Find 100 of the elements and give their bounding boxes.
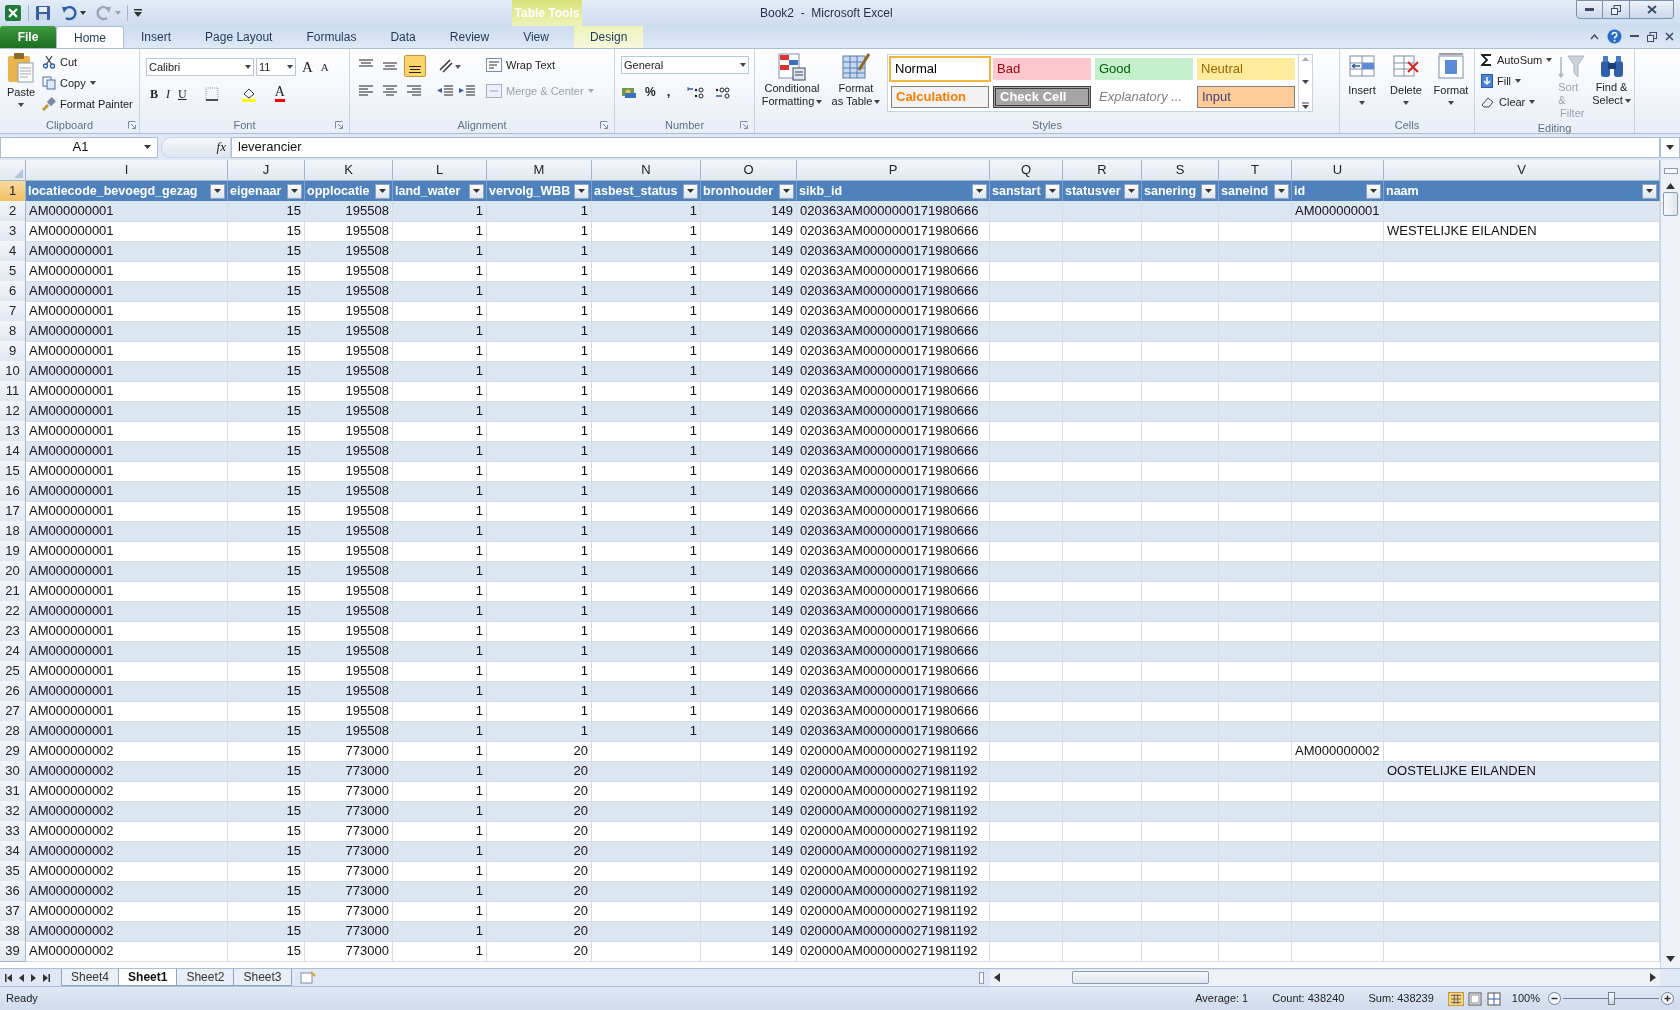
row-header[interactable]: 21 [0,581,26,602]
row-header[interactable]: 20 [0,561,26,582]
row-header[interactable]: 39 [0,941,26,962]
filter-dropdown-button[interactable] [1274,183,1289,199]
conditional-formatting-button[interactable]: Conditional Formatting [759,52,825,117]
help-icon[interactable] [1607,29,1622,44]
page-break-view-icon[interactable] [1485,991,1502,1006]
dialog-launcher-icon[interactable] [335,121,343,129]
comma-style-button[interactable]: , [663,82,674,102]
row-header[interactable]: 32 [0,801,26,822]
cell-style-option[interactable]: Neutral [1197,58,1295,80]
delete-cells-button[interactable]: Delete [1387,52,1425,117]
filter-dropdown-button[interactable] [1201,183,1216,199]
font-size-dropdown[interactable]: 11 [256,58,296,77]
align-left-icon[interactable] [356,83,376,99]
percent-style-button[interactable]: % [645,82,656,101]
row-header[interactable]: 18 [0,521,26,542]
row-header[interactable]: 6 [0,281,26,302]
shrink-font-button[interactable]: A [320,59,329,76]
sheet-tab[interactable]: Sheet3 [233,968,292,986]
close-button[interactable] [1630,0,1674,19]
dropdown-arrow-icon[interactable] [80,11,86,15]
row-header[interactable]: 3 [0,221,26,242]
bottom-align-button[interactable] [404,55,426,77]
sheet-tab[interactable]: Sheet2 [176,968,235,986]
customize-toolbar-icon[interactable] [134,9,142,17]
last-sheet-icon[interactable] [43,973,50,982]
filter-dropdown-button[interactable] [683,183,698,199]
filter-dropdown-button[interactable] [574,183,589,199]
scroll-right-icon[interactable] [1650,973,1656,982]
zoom-out-icon[interactable] [1548,992,1561,1005]
font-color-button[interactable]: A [274,85,285,102]
row-header[interactable]: 8 [0,321,26,342]
underline-button[interactable]: U [178,84,187,103]
number-format-dropdown[interactable]: General [621,56,749,74]
ribbon-tab[interactable]: Design [573,26,644,48]
dialog-launcher-icon[interactable] [740,121,748,129]
filter-dropdown-button[interactable] [287,183,302,199]
row-header[interactable]: 37 [0,901,26,922]
cell-style-option[interactable]: Bad [993,58,1091,80]
row-header[interactable]: 5 [0,261,26,282]
insert-function-button[interactable]: fx [216,137,226,157]
align-right-icon[interactable] [404,83,424,99]
row-header[interactable]: 13 [0,421,26,442]
row-header[interactable]: 14 [0,441,26,462]
copy-button[interactable]: Copy [42,74,133,92]
restore-button[interactable] [1603,0,1630,19]
formula-input-field[interactable]: leverancier [231,136,1660,158]
name-box[interactable]: A1 [0,136,158,158]
ribbon-tab[interactable]: Page Layout [188,26,290,48]
row-header[interactable]: 2 [0,201,26,222]
row-header[interactable]: 27 [0,701,26,722]
sheet-tab[interactable]: Sheet4 [61,968,120,986]
fill-button[interactable]: Fill [1481,72,1553,90]
row-header[interactable]: 35 [0,861,26,882]
decrease-decimal-icon[interactable] [713,84,732,99]
row-header[interactable]: 29 [0,741,26,762]
format-as-table-button[interactable]: Format as Table [829,52,883,117]
row-header[interactable]: 15 [0,461,26,482]
expand-formula-bar-button[interactable] [1660,136,1680,158]
row-header[interactable]: 31 [0,781,26,802]
excel-icon[interactable] [4,4,22,22]
filter-dropdown-button[interactable] [1366,183,1381,199]
row-header[interactable]: 26 [0,681,26,702]
restore-icon[interactable] [1647,31,1657,42]
scrollbar-thumb[interactable] [1072,971,1209,984]
clear-button[interactable]: Clear [1481,93,1553,111]
filter-dropdown-button[interactable] [1642,183,1657,199]
scroll-up-icon[interactable] [1666,183,1675,189]
row-header[interactable]: 17 [0,501,26,522]
row-header[interactable]: 9 [0,341,26,362]
row-header[interactable]: 25 [0,661,26,682]
row-header[interactable]: 23 [0,621,26,642]
row-header[interactable]: 36 [0,881,26,902]
filter-dropdown-button[interactable] [210,183,225,199]
zoom-in-icon[interactable] [1661,992,1674,1005]
row-header[interactable]: 19 [0,541,26,562]
ribbon-tab[interactable]: View [506,26,566,48]
minimize-icon[interactable] [1630,35,1639,38]
more-styles-icon[interactable] [1302,102,1309,109]
grow-font-button[interactable]: A [302,56,313,79]
row-header[interactable]: 33 [0,821,26,842]
format-painter-button[interactable]: Format Painter [42,95,133,113]
normal-view-icon[interactable] [1447,991,1464,1006]
file-tab[interactable]: File [0,26,56,48]
row-header[interactable]: 34 [0,841,26,862]
save-icon[interactable] [35,5,51,21]
ribbon-tab[interactable]: Home [56,26,124,48]
dialog-launcher-icon[interactable] [600,121,608,129]
row-header[interactable]: 4 [0,241,26,262]
page-layout-view-icon[interactable] [1466,991,1483,1006]
split-handle-icon[interactable] [979,971,984,984]
row-header[interactable]: 10 [0,361,26,382]
scroll-down-icon[interactable] [1666,956,1675,962]
row-header[interactable]: 24 [0,641,26,662]
zoom-slider-thumb[interactable] [1607,992,1615,1005]
next-sheet-icon[interactable] [31,973,36,982]
filter-dropdown-button[interactable] [375,183,390,199]
filter-dropdown-button[interactable] [779,183,794,199]
italic-button[interactable]: I [166,84,170,103]
